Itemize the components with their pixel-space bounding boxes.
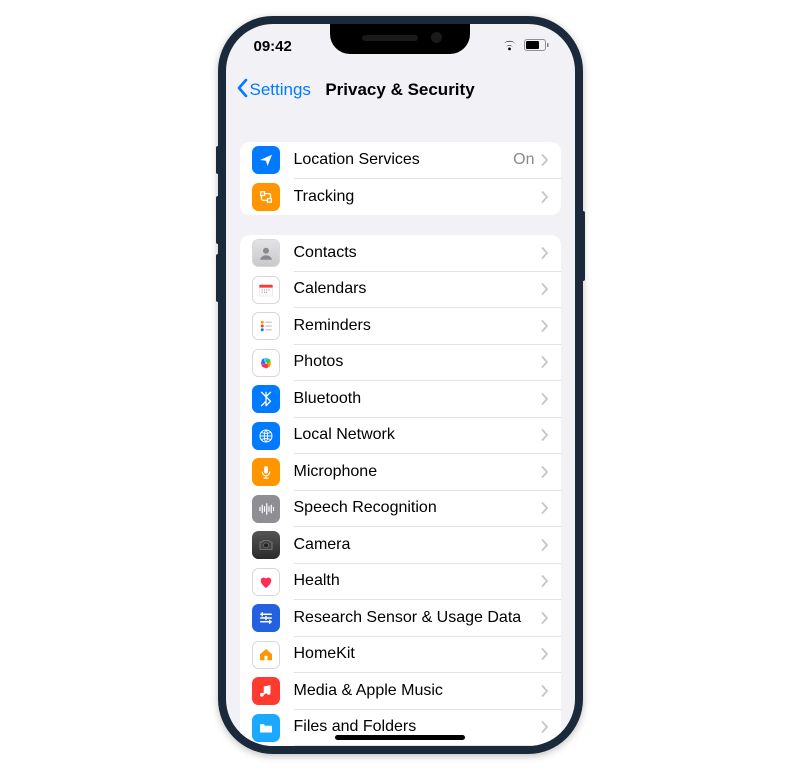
- chevron-right-icon: [541, 283, 549, 295]
- row-label: Bluetooth: [294, 390, 541, 408]
- row-bluetooth[interactable]: Bluetooth: [240, 381, 561, 418]
- notch: [330, 24, 470, 54]
- battery-icon: [524, 38, 549, 55]
- camera-icon: [252, 531, 280, 559]
- row-label: Speech Recognition: [294, 499, 541, 517]
- chevron-right-icon: [541, 539, 549, 551]
- chevron-right-icon: [541, 466, 549, 478]
- silence-switch: [216, 146, 219, 174]
- status-time: 09:42: [254, 38, 292, 55]
- row-photos[interactable]: Photos: [240, 345, 561, 382]
- home-indicator[interactable]: [335, 735, 465, 740]
- research-icon: [252, 604, 280, 632]
- screen: 09:42 Settings Privacy & Security: [226, 24, 575, 746]
- section-privacy-apps: Contacts Calendars: [240, 235, 561, 746]
- folder-icon: [252, 714, 280, 742]
- back-button[interactable]: Settings: [232, 68, 315, 112]
- row-research-sensor[interactable]: Research Sensor & Usage Data: [240, 600, 561, 637]
- row-label: Reminders: [294, 317, 541, 335]
- row-health[interactable]: Health: [240, 564, 561, 601]
- row-label: Media & Apple Music: [294, 682, 541, 700]
- row-label: Research Sensor & Usage Data: [294, 609, 541, 627]
- row-label: Location Services: [294, 151, 514, 169]
- row-tracking[interactable]: Tracking: [240, 179, 561, 216]
- row-homekit[interactable]: HomeKit: [240, 637, 561, 674]
- row-label: Local Network: [294, 426, 541, 444]
- heart-icon: [252, 568, 280, 596]
- phone-frame: 09:42 Settings Privacy & Security: [218, 16, 583, 754]
- reminders-icon: [252, 312, 280, 340]
- contacts-icon: [252, 239, 280, 267]
- row-media-apple-music[interactable]: Media & Apple Music: [240, 673, 561, 710]
- chevron-right-icon: [541, 429, 549, 441]
- globe-icon: [252, 422, 280, 450]
- chevron-right-icon: [541, 247, 549, 259]
- location-arrow-icon: [252, 146, 280, 174]
- row-detail: On: [513, 151, 534, 169]
- row-label: Health: [294, 572, 541, 590]
- row-location-services[interactable]: Location Services On: [240, 142, 561, 179]
- row-files-and-folders[interactable]: Files and Folders: [240, 710, 561, 747]
- row-label: Files and Folders: [294, 718, 541, 736]
- chevron-right-icon: [541, 393, 549, 405]
- chevron-right-icon: [541, 356, 549, 368]
- calendar-icon: [252, 276, 280, 304]
- row-local-network[interactable]: Local Network: [240, 418, 561, 455]
- row-label: Contacts: [294, 244, 541, 262]
- chevron-right-icon: [541, 612, 549, 624]
- bluetooth-icon: [252, 385, 280, 413]
- chevron-right-icon: [541, 154, 549, 166]
- row-label: Tracking: [294, 188, 541, 206]
- chevron-right-icon: [541, 575, 549, 587]
- row-label: Camera: [294, 536, 541, 554]
- settings-scroll[interactable]: Location Services On Tracking: [226, 112, 575, 746]
- wifi-icon: [501, 38, 518, 55]
- volume-up-button: [216, 196, 219, 244]
- row-reminders[interactable]: Reminders: [240, 308, 561, 345]
- chevron-right-icon: [541, 191, 549, 203]
- chevron-right-icon: [541, 648, 549, 660]
- tracking-icon: [252, 183, 280, 211]
- row-label: Photos: [294, 353, 541, 371]
- photos-icon: [252, 349, 280, 377]
- navigation-bar: Settings Privacy & Security: [226, 68, 575, 112]
- row-speech-recognition[interactable]: Speech Recognition: [240, 491, 561, 528]
- row-calendars[interactable]: Calendars: [240, 272, 561, 309]
- home-icon: [252, 641, 280, 669]
- chevron-left-icon: [236, 78, 248, 103]
- row-label: Microphone: [294, 463, 541, 481]
- volume-down-button: [216, 254, 219, 302]
- row-camera[interactable]: Camera: [240, 527, 561, 564]
- row-microphone[interactable]: Microphone: [240, 454, 561, 491]
- back-label: Settings: [250, 80, 311, 100]
- microphone-icon: [252, 458, 280, 486]
- section-location: Location Services On Tracking: [240, 142, 561, 215]
- row-label: Calendars: [294, 280, 541, 298]
- row-label: HomeKit: [294, 645, 541, 663]
- chevron-right-icon: [541, 502, 549, 514]
- chevron-right-icon: [541, 320, 549, 332]
- waveform-icon: [252, 495, 280, 523]
- music-note-icon: [252, 677, 280, 705]
- row-contacts[interactable]: Contacts: [240, 235, 561, 272]
- side-button: [582, 211, 585, 281]
- chevron-right-icon: [541, 685, 549, 697]
- chevron-right-icon: [541, 721, 549, 733]
